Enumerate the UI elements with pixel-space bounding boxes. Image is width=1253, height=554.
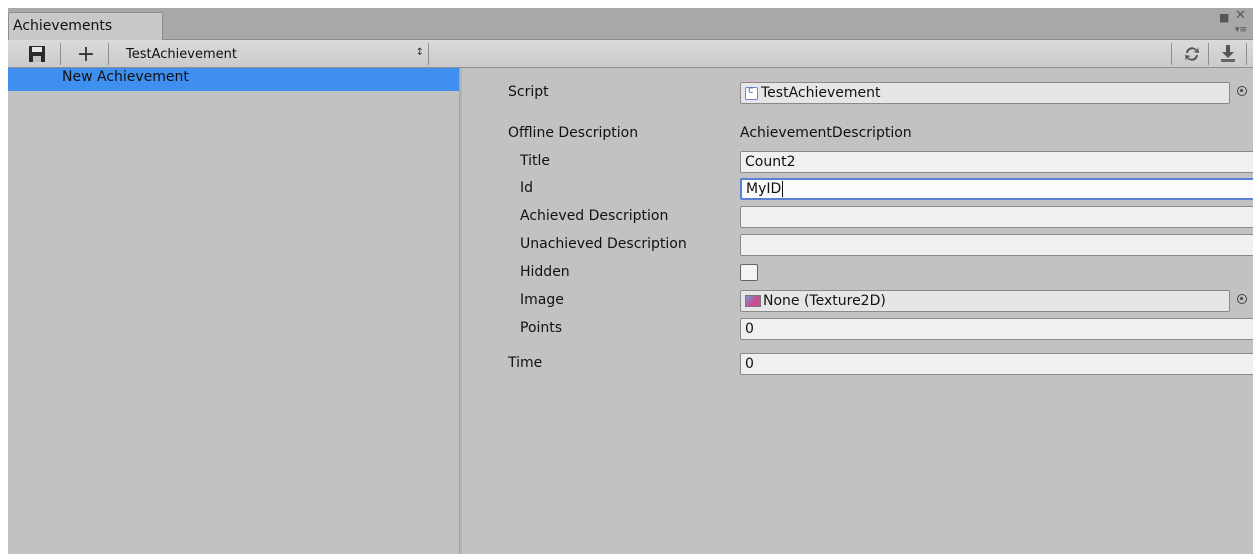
- tab-strip: Achievements ■ ✕ ▾≡: [8, 8, 1253, 41]
- toolbar-separator: [428, 43, 429, 65]
- hidden-checkbox[interactable]: [740, 264, 758, 281]
- achieved-description-label: Achieved Description: [520, 208, 669, 224]
- time-row: Time 0: [462, 352, 1253, 376]
- unachieved-description-field[interactable]: [740, 234, 1253, 256]
- image-field[interactable]: None (Texture2D): [740, 290, 1230, 312]
- script-icon: [745, 85, 758, 100]
- dropdown-value: TestAchievement: [126, 46, 237, 62]
- menu-icon[interactable]: ▾≡: [1235, 25, 1247, 36]
- script-label: Script: [508, 84, 549, 100]
- time-label: Time: [508, 355, 543, 371]
- image-row: Image None (Texture2D): [462, 289, 1253, 313]
- achievement-list: New Achievement: [8, 68, 459, 554]
- title-label: Title: [520, 153, 551, 169]
- script-field[interactable]: TestAchievement: [740, 82, 1230, 104]
- window-controls: ■ ✕ ▾≡: [1213, 8, 1253, 40]
- texture-icon: [745, 295, 761, 307]
- id-label: Id: [520, 180, 534, 196]
- download-button[interactable]: [1214, 42, 1242, 66]
- id-row: Id MyID: [462, 177, 1253, 201]
- object-picker-icon[interactable]: [1237, 86, 1247, 96]
- save-button[interactable]: [24, 42, 50, 66]
- points-field[interactable]: 0: [740, 318, 1253, 340]
- title-field[interactable]: Count2: [740, 151, 1253, 173]
- image-label: Image: [520, 292, 564, 308]
- offline-description-row: Offline Description AchievementDescripti…: [462, 122, 1253, 146]
- time-value: 0: [745, 356, 754, 372]
- toolbar-separator: [108, 43, 109, 65]
- toolbar-separator: [1208, 43, 1209, 65]
- image-value: None (Texture2D): [763, 293, 886, 309]
- toolbar-separator: [60, 43, 61, 65]
- unachieved-description-row: Unachieved Description: [462, 233, 1253, 257]
- id-field[interactable]: MyID: [740, 178, 1253, 200]
- sync-icon: [1185, 47, 1199, 61]
- close-icon[interactable]: ✕: [1235, 9, 1246, 22]
- achieved-description-field[interactable]: [740, 206, 1253, 228]
- object-picker-icon[interactable]: [1237, 294, 1247, 304]
- time-field[interactable]: 0: [740, 353, 1253, 375]
- text-caret: [782, 181, 784, 197]
- sync-button[interactable]: [1178, 42, 1206, 66]
- download-icon: [1221, 45, 1235, 62]
- toolbar-separator: [1171, 43, 1172, 65]
- add-button[interactable]: +: [74, 42, 98, 67]
- id-value: MyID: [746, 181, 782, 197]
- offline-description-value: AchievementDescription: [740, 125, 912, 141]
- script-value: TestAchievement: [761, 85, 881, 101]
- hidden-label: Hidden: [520, 264, 570, 280]
- offline-description-label: Offline Description: [508, 125, 639, 141]
- points-value: 0: [745, 321, 754, 337]
- achieved-description-row: Achieved Description: [462, 205, 1253, 229]
- achievements-window: Achievements ■ ✕ ▾≡ + TestAchievement ↕: [8, 8, 1253, 554]
- save-icon: [29, 46, 45, 62]
- maximize-icon[interactable]: ■: [1219, 12, 1229, 23]
- unachieved-description-label: Unachieved Description: [520, 236, 687, 252]
- dropdown-arrow-icon: ↕: [415, 47, 424, 58]
- inspector-panel: Script TestAchievement Offline Descripti…: [462, 68, 1253, 554]
- toolbar-separator: [1246, 43, 1247, 65]
- toolbar: + TestAchievement ↕: [8, 40, 1253, 68]
- title-row: Title Count2: [462, 150, 1253, 174]
- title-value: Count2: [745, 154, 796, 170]
- points-label: Points: [520, 320, 563, 336]
- tab-achievements[interactable]: Achievements: [8, 12, 163, 41]
- points-row: Points 0: [462, 317, 1253, 341]
- script-row: Script TestAchievement: [462, 81, 1253, 105]
- achievement-type-dropdown[interactable]: TestAchievement ↕: [118, 43, 428, 65]
- list-item-new-achievement[interactable]: New Achievement: [8, 68, 459, 91]
- hidden-row: Hidden: [462, 261, 1253, 285]
